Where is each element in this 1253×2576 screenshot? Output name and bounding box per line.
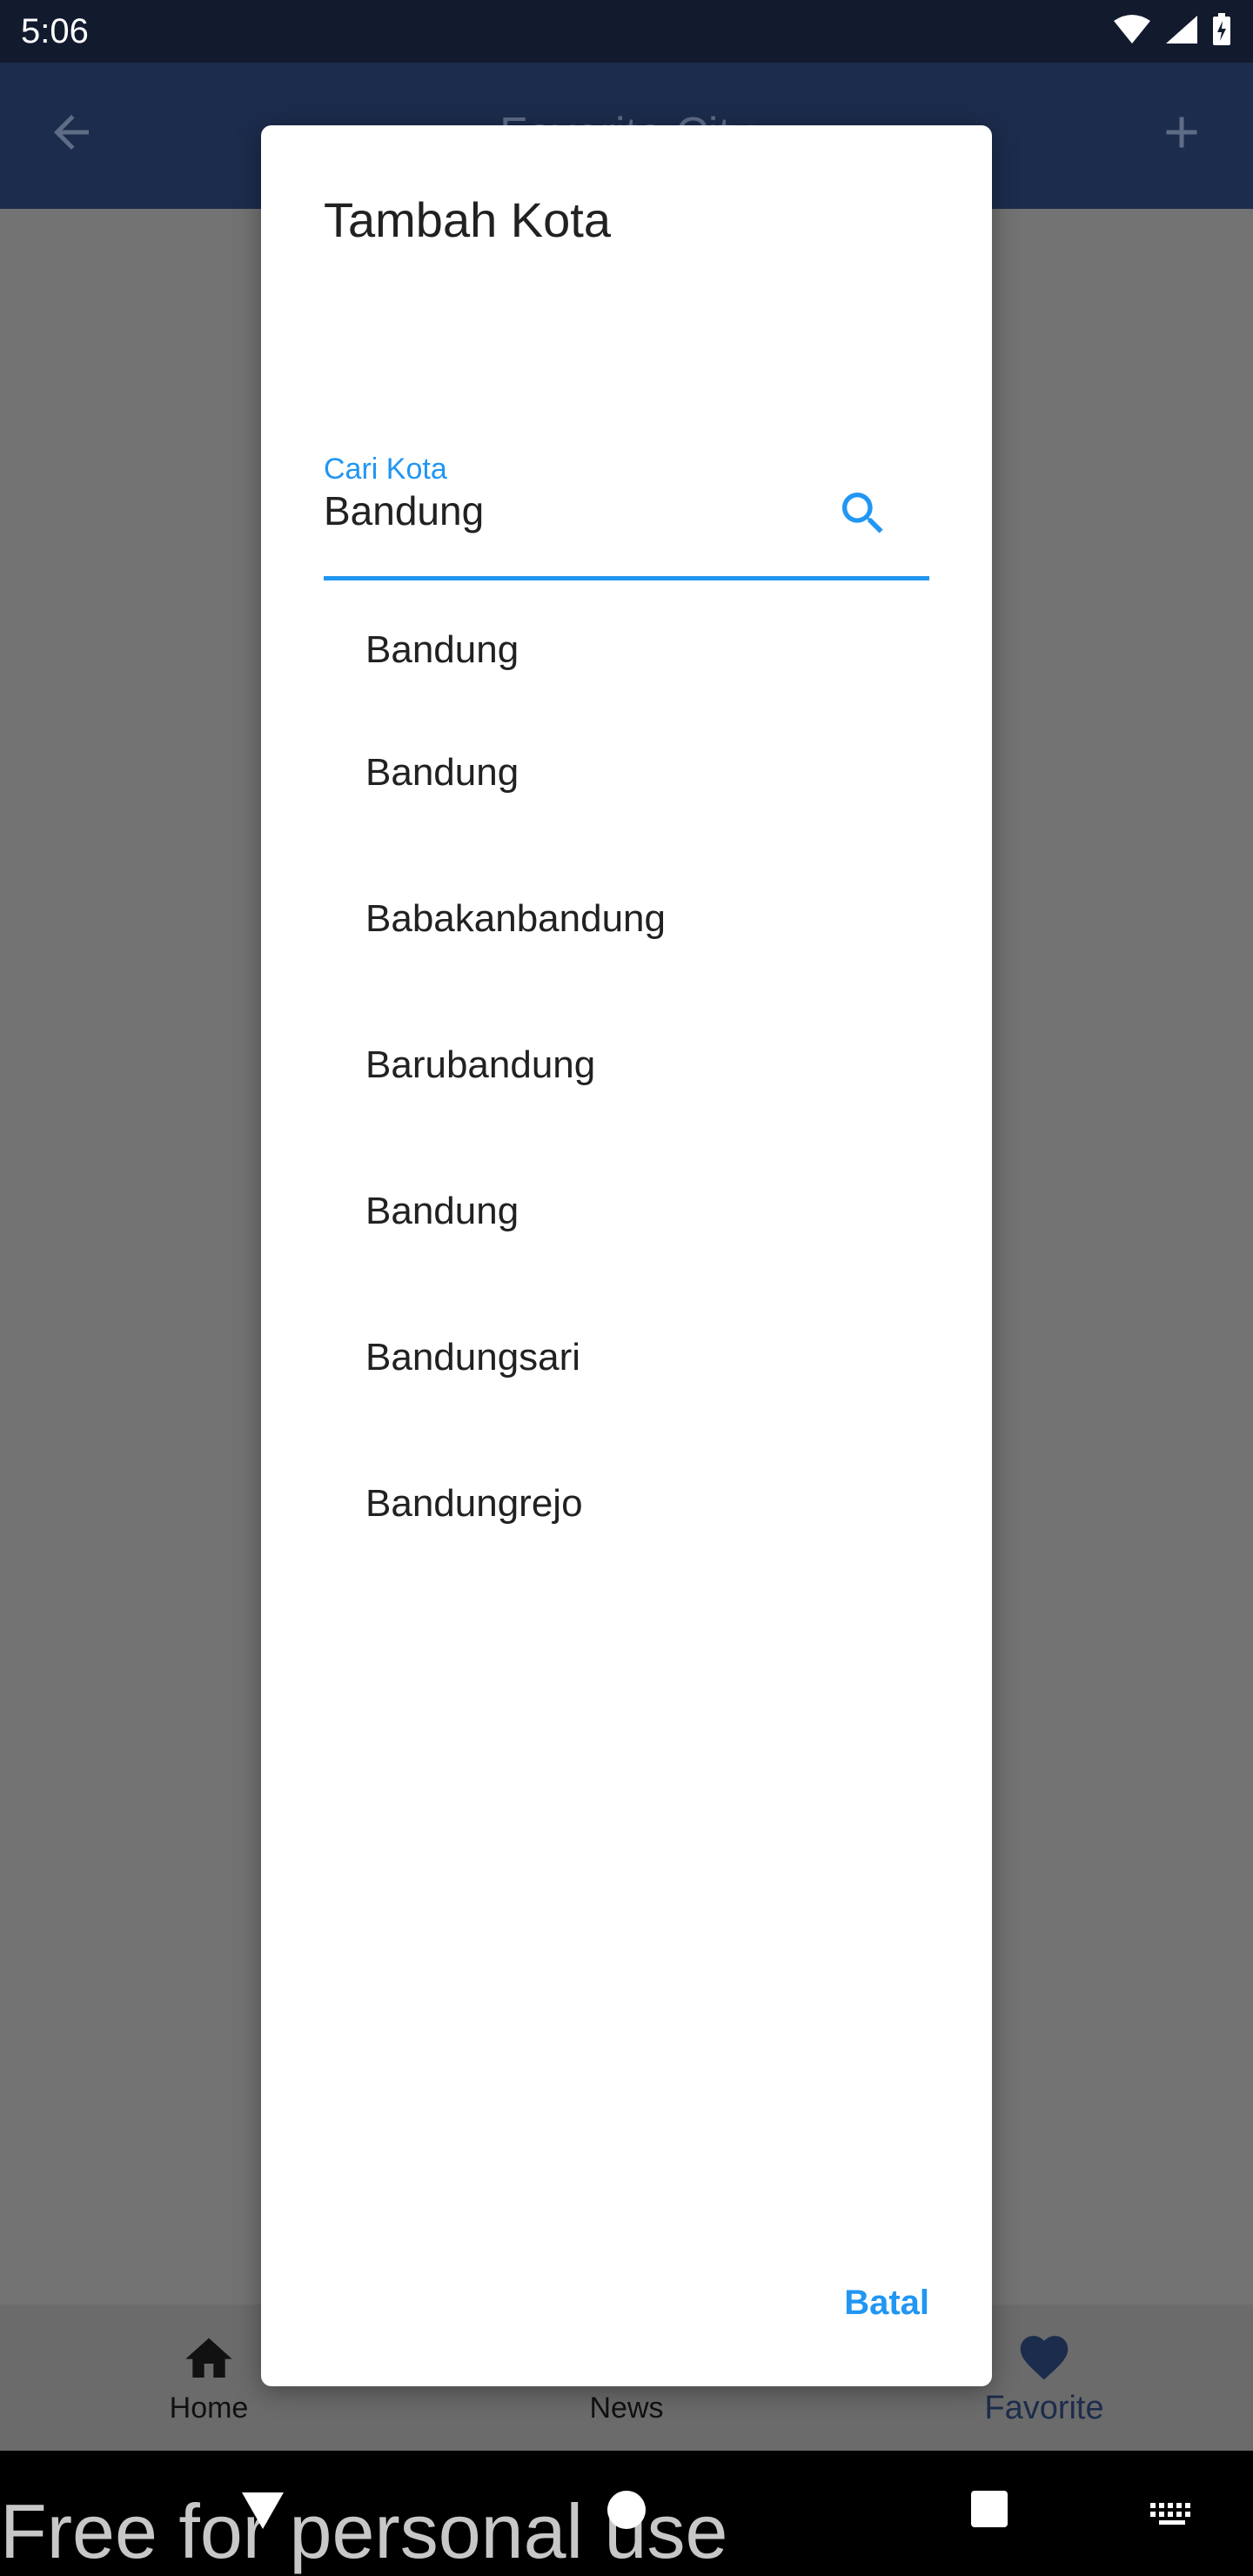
- cancel-button[interactable]: Batal: [844, 2284, 929, 2323]
- wifi-icon: [1114, 15, 1150, 44]
- result-item[interactable]: Bandungsari: [261, 1285, 992, 1431]
- add-city-dialog: Tambah Kota Cari Kota Bandung Bandung Ba…: [261, 125, 992, 2386]
- dialog-title: Tambah Kota: [324, 192, 611, 247]
- search-field-label: Cari Kota: [324, 453, 447, 486]
- result-item[interactable]: Bandungrejo: [261, 1431, 992, 1577]
- result-item[interactable]: Barubandung: [261, 992, 992, 1138]
- result-item[interactable]: Bandung: [261, 587, 992, 700]
- status-icons: [1112, 12, 1232, 47]
- status-time: 5:06: [21, 12, 89, 50]
- result-item[interactable]: Bandung: [261, 1138, 992, 1285]
- heart-icon: [1020, 2335, 1069, 2379]
- battery-icon: [1213, 13, 1230, 45]
- back-triangle-icon[interactable]: [240, 2489, 285, 2531]
- home-circle-icon[interactable]: [606, 2489, 647, 2531]
- search-icon: [842, 493, 883, 533]
- status-bar: 5:06: [0, 0, 1253, 63]
- search-field: Cari Kota: [324, 325, 929, 581]
- nav-label-home: Home: [169, 2391, 249, 2425]
- signal-icon: [1166, 16, 1197, 44]
- results-list: Bandung Bandung Babakanbandung Barubandu…: [261, 587, 992, 1577]
- nav-label-news: News: [589, 2391, 664, 2425]
- search-input[interactable]: [324, 487, 811, 534]
- add-icon[interactable]: [1156, 106, 1208, 158]
- search-field-underline: [324, 576, 929, 580]
- recents-square-icon[interactable]: [969, 2489, 1009, 2529]
- keyboard-icon[interactable]: [1149, 2501, 1196, 2527]
- system-navigation-bar: [0, 2451, 1253, 2576]
- result-item[interactable]: Bandung: [261, 700, 992, 846]
- result-item[interactable]: Babakanbandung: [261, 846, 992, 992]
- home-icon: [185, 2338, 232, 2378]
- nav-label-favorite: Favorite: [984, 2389, 1104, 2426]
- search-button[interactable]: [830, 480, 896, 547]
